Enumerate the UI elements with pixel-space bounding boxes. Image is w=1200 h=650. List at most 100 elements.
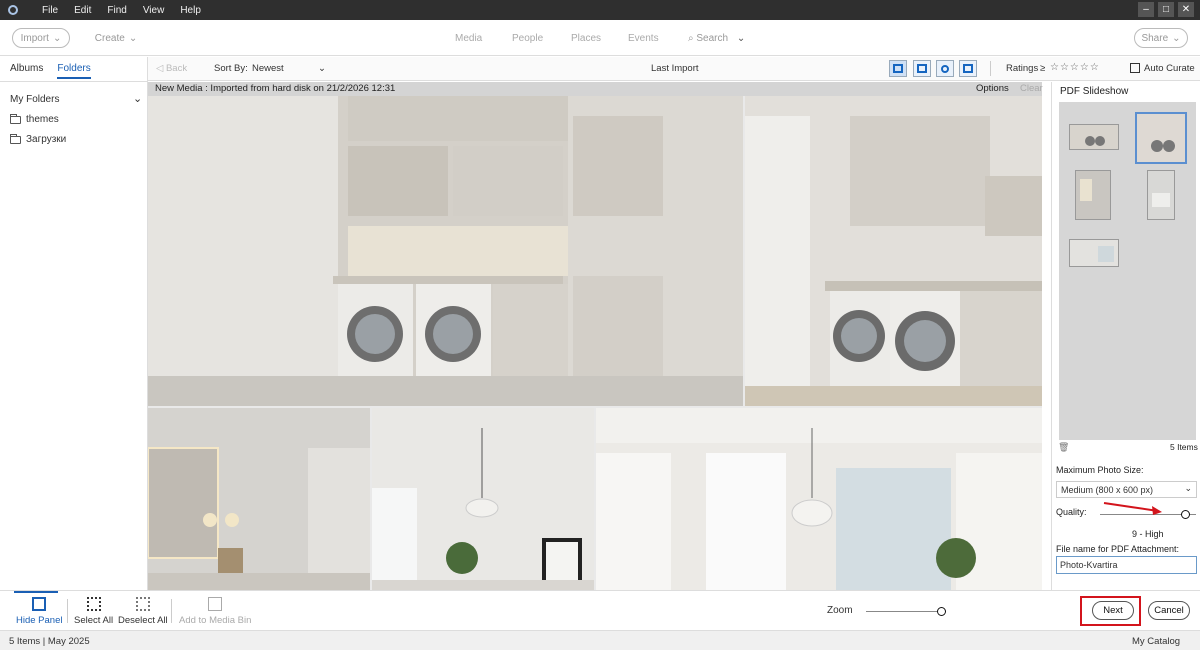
tab-folders[interactable]: Folders — [57, 63, 91, 79]
next-button[interactable]: Next — [1092, 601, 1134, 620]
hide-panel-button[interactable]: Hide Panel — [16, 597, 62, 626]
select-all-icon — [86, 597, 101, 611]
menu-edit[interactable]: Edit — [74, 5, 91, 16]
filename-input[interactable]: Photo-Kvartira — [1056, 556, 1197, 574]
menu-bar: File Edit Find View Help – □ ✕ — [0, 0, 1200, 20]
maximize-icon[interactable]: □ — [1158, 2, 1174, 17]
deselect-all-button[interactable]: Deselect All — [118, 597, 168, 626]
menu-find[interactable]: Find — [107, 5, 126, 16]
living-room-photo — [372, 408, 594, 590]
thumb-image — [1148, 171, 1174, 219]
max-photo-size-select[interactable]: Medium (800 x 600 px) ⌄ — [1056, 481, 1197, 498]
back-button[interactable]: ◁ Back — [156, 63, 187, 74]
import-label: Import — [20, 32, 49, 44]
thumb-image — [1070, 240, 1118, 266]
quality-value: 9 - High — [1132, 529, 1164, 539]
slideshow-thumb[interactable] — [1147, 170, 1175, 220]
left-panel-tabs: Albums Folders — [10, 63, 91, 79]
tab-places[interactable]: Places — [571, 33, 601, 44]
bright-room-photo — [596, 408, 1042, 590]
media-thumbnail-laundry-side[interactable] — [745, 96, 1042, 406]
chevron-down-icon: ⌄ — [318, 63, 326, 74]
quality-slider-handle[interactable] — [1181, 510, 1191, 519]
video-view-icon[interactable] — [913, 60, 931, 77]
secondary-toolbar: ◁ Back Sort By: Newest ⌄ Last Import Rat… — [148, 57, 1200, 81]
divider — [0, 81, 148, 82]
annotation-arrow-icon — [1103, 502, 1162, 515]
bathroom-photo — [148, 408, 370, 590]
deselect-all-label: Deselect All — [118, 615, 168, 626]
select-all-label: Select All — [74, 615, 114, 626]
search-label: Search — [696, 33, 729, 44]
chevron-down-icon[interactable]: ⌄ — [133, 92, 142, 105]
share-button[interactable]: Share ⌄ — [1134, 28, 1188, 48]
chevron-down-icon: ⌄ — [736, 33, 746, 44]
tab-media[interactable]: Media — [455, 33, 482, 44]
panel-title: PDF Slideshow — [1060, 86, 1129, 97]
media-grid — [148, 96, 1042, 590]
active-indicator — [14, 591, 58, 593]
laundry-room-photo — [148, 96, 743, 406]
media-thumbnail-bright-room[interactable] — [596, 408, 1042, 590]
create-label: Create — [94, 32, 125, 44]
zoom-slider-handle[interactable] — [937, 607, 946, 616]
tab-people[interactable]: People — [512, 33, 543, 44]
divider — [990, 61, 991, 76]
photo-view-icon[interactable] — [889, 60, 907, 77]
media-thumbnail-living-room[interactable] — [372, 408, 594, 590]
my-folders-header[interactable]: My Folders — [10, 94, 59, 105]
deselect-all-icon — [135, 597, 150, 611]
import-info-text: New Media : Imported from hard disk on 2… — [155, 83, 396, 94]
add-to-media-bin-button[interactable]: Add to Media Bin — [179, 597, 251, 626]
ratings-label: Ratings — [1006, 63, 1039, 74]
hide-panel-label: Hide Panel — [16, 615, 63, 626]
catalog-name[interactable]: My Catalog — [1132, 636, 1180, 647]
sort-select[interactable]: Newest ⌄ — [252, 63, 328, 74]
projects-view-icon[interactable] — [959, 60, 977, 77]
right-panel: PDF Slideshow 🗑 5 Items Maximum Photo Si… — [1051, 82, 1200, 590]
media-thumbnail-bathroom[interactable] — [148, 408, 370, 590]
media-thumbnail-laundry-wide[interactable] — [148, 96, 743, 406]
filename-label: File name for PDF Attachment: — [1056, 544, 1180, 554]
create-button[interactable]: Create ⌄ — [92, 28, 140, 48]
ratings-operator[interactable]: ≥ — [1040, 63, 1045, 74]
folder-item-downloads[interactable]: Загрузки — [10, 133, 67, 145]
audio-view-icon[interactable] — [936, 60, 954, 77]
auto-curate-label: Auto Curate — [1144, 63, 1195, 74]
tab-albums[interactable]: Albums — [10, 63, 43, 79]
minimize-icon[interactable]: – — [1138, 2, 1154, 17]
slideshow-thumb[interactable] — [1069, 239, 1119, 267]
search-button[interactable]: ⌕ Search ⌄ — [688, 33, 745, 44]
chevron-down-icon: ⌄ — [128, 32, 138, 44]
status-items: 5 Items | May 2025 — [9, 636, 90, 647]
import-button[interactable]: Import ⌄ — [12, 28, 70, 48]
select-all-button[interactable]: Select All — [74, 597, 113, 626]
thumb-image — [1070, 125, 1118, 149]
slideshow-thumb[interactable] — [1069, 124, 1119, 150]
laundry-side-photo — [745, 96, 1042, 406]
divider — [67, 599, 68, 623]
folder-item-themes[interactable]: themes — [10, 113, 59, 125]
menu-file[interactable]: File — [42, 5, 58, 16]
zoom-slider-track[interactable] — [866, 611, 946, 612]
menu-view[interactable]: View — [143, 5, 165, 16]
slideshow-thumb[interactable] — [1075, 170, 1111, 220]
zoom-label: Zoom — [827, 605, 853, 616]
trash-icon[interactable]: 🗑 — [1058, 442, 1069, 453]
folder-label: Загрузки — [26, 134, 67, 145]
tab-events[interactable]: Events — [628, 33, 659, 44]
folder-icon — [10, 133, 21, 144]
close-icon[interactable]: ✕ — [1178, 2, 1194, 17]
folder-label: themes — [26, 114, 59, 125]
chevron-down-icon: ⌄ — [1184, 483, 1192, 493]
rating-stars[interactable]: ☆☆☆☆☆ — [1050, 62, 1100, 73]
my-folders-label: My Folders — [10, 94, 60, 105]
add-to-media-bin-label: Add to Media Bin — [179, 615, 252, 626]
auto-curate-checkbox[interactable] — [1130, 63, 1140, 73]
options-button[interactable]: Options — [976, 83, 1009, 94]
back-arrow-icon: ◁ — [156, 63, 164, 74]
cancel-button[interactable]: Cancel — [1148, 601, 1190, 620]
slideshow-thumb-selected[interactable] — [1135, 112, 1187, 164]
clear-button[interactable]: Clear — [1020, 83, 1043, 94]
menu-help[interactable]: Help — [180, 5, 201, 16]
